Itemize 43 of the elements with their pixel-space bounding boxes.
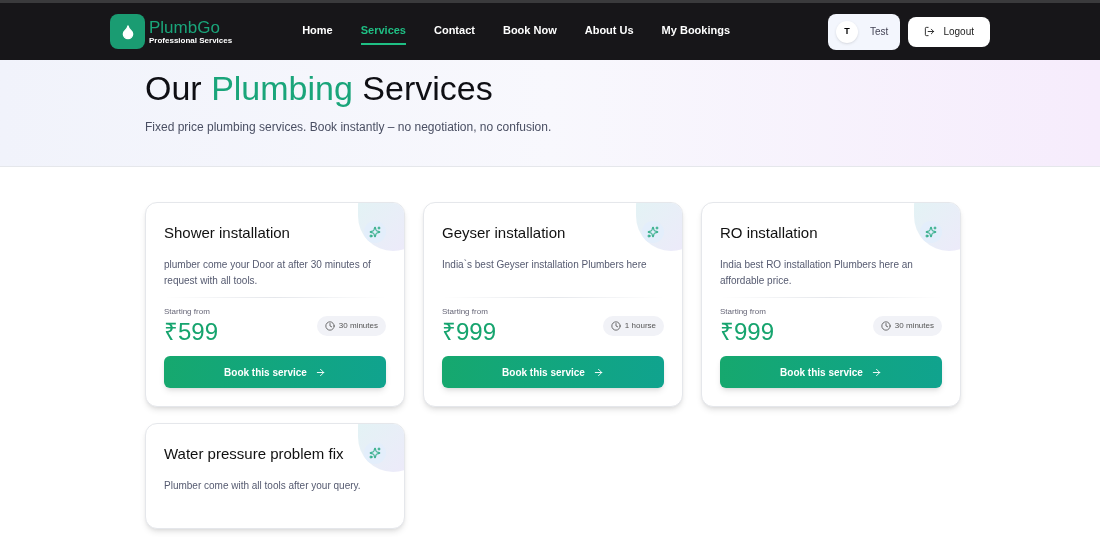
duration-pill: 1 hourse [602,316,664,336]
page-subtitle: Fixed price plumbing services. Book instantly – no negotiation, no confusion. [145,119,553,136]
service-title: RO installation [720,223,818,243]
sparkle-icon [925,226,937,238]
user-name: Test [870,25,890,39]
logout-button[interactable]: Logout [908,16,990,47]
page-title: Our Plumbing Services [145,68,494,109]
service-title: Geyser installation [442,223,566,243]
clock-icon [610,321,621,331]
service-title: Water pressure problem fix [164,444,344,464]
price: ₹599 [164,318,219,346]
arrow-icon [592,366,604,378]
duration-pill: 30 minutes [872,316,942,336]
price-label: Starting from [720,306,767,318]
sparkle-icon [369,226,381,238]
nav-link[interactable]: My Bookings [661,18,731,45]
service-description: Plumber come with all tools after your query. [164,479,362,493]
service-title: Shower installation [164,223,290,243]
brand-tagline: Professional Services [149,36,233,45]
arrow-icon [870,366,882,378]
clock-icon [880,321,891,331]
service-description: India`s best Geyser installation Plumbers here [442,258,648,272]
brand-name: PlumbGo [149,18,221,36]
price: ₹999 [442,318,497,346]
nav-link[interactable]: Home [302,18,333,45]
user-button[interactable]: T Test [828,13,901,50]
nav-link[interactable]: Book Now [502,18,557,45]
arrow-icon [314,366,326,378]
logout-icon [924,26,936,37]
nav-link[interactable]: Services [360,18,406,45]
nav-link[interactable]: Contact [434,18,475,45]
sparkle-icon [647,226,659,238]
logo-icon [110,14,145,49]
clock-icon [324,321,335,331]
price-label: Starting from [164,306,211,318]
user-avatar: T [836,20,859,43]
sparkle-icon [369,447,381,459]
nav-link[interactable]: About Us [584,18,634,45]
price: ₹999 [720,318,775,346]
service-description: India best RO installation Plumbers here an affordable price. [720,258,914,288]
price-label: Starting from [442,306,489,318]
duration-pill: 30 minutes [316,316,386,336]
service-description: plumber come your Door at after 30 minutes of request with all tools. [164,258,372,288]
